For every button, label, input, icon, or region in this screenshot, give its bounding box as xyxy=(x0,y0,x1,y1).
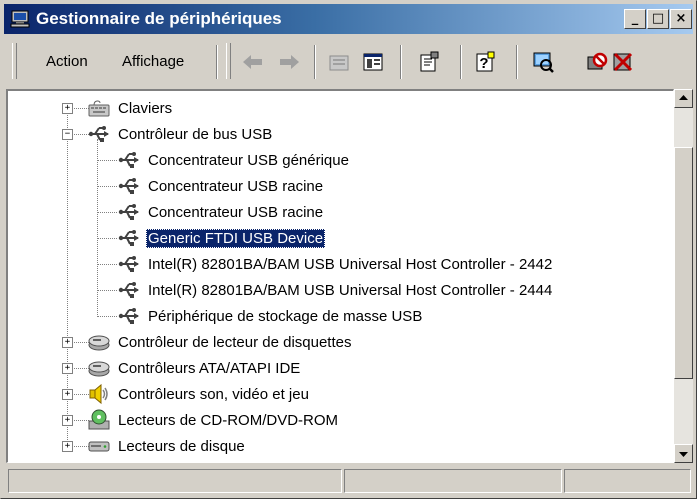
menu-action[interactable]: Action xyxy=(46,53,88,70)
tree-item-label: Concentrateur USB racine xyxy=(148,203,324,221)
keyboard-icon xyxy=(88,100,110,117)
speaker-icon xyxy=(89,383,108,405)
disable-device-icon[interactable] xyxy=(584,49,610,75)
show-hide-tree-icon[interactable] xyxy=(360,49,386,75)
toolbar-grip[interactable] xyxy=(226,43,231,79)
tree-item-ata-atapi-ide[interactable]: Contrôleurs ATA/ATAPI IDE xyxy=(88,355,302,381)
svg-text:?: ? xyxy=(479,55,488,72)
scroll-thumb[interactable] xyxy=(674,147,693,379)
tree-item-label: Concentrateur USB racine xyxy=(148,177,324,195)
tree-item-label: Contrôleurs ATA/ATAPI IDE xyxy=(118,359,301,377)
status-pane xyxy=(8,469,342,493)
tree-line xyxy=(97,186,117,187)
toolbar-separator xyxy=(460,45,462,79)
tree-line xyxy=(97,264,117,265)
status-bar xyxy=(4,469,693,495)
usb-icon xyxy=(118,152,139,168)
usb-icon xyxy=(118,204,139,220)
tree-item-label: Intel(R) 82801BA/BAM USB Universal Host … xyxy=(148,255,553,273)
computer-icon xyxy=(10,10,30,28)
expand-button[interactable]: + xyxy=(62,363,73,374)
tree-item-usb-bus-controller[interactable]: Contrôleur de bus USB xyxy=(88,121,274,147)
tree-item-generic-ftdi-usb-device[interactable]: Generic FTDI USB Device xyxy=(118,225,326,251)
expand-button[interactable]: + xyxy=(62,389,73,400)
collapse-button[interactable]: − xyxy=(62,129,73,140)
tree-item-label: Generic FTDI USB Device xyxy=(146,228,326,248)
usb-icon xyxy=(118,308,139,324)
up-folder-icon[interactable] xyxy=(326,49,352,75)
vertical-scrollbar[interactable] xyxy=(674,89,693,463)
tree-item-label: Lecteurs de CD-ROM/DVD-ROM xyxy=(118,411,339,429)
tree-line xyxy=(97,212,117,213)
tree-item-label: Concentrateur USB générique xyxy=(148,151,349,169)
help-icon[interactable]: ? xyxy=(472,49,498,75)
expand-button[interactable]: + xyxy=(62,103,73,114)
expand-button[interactable]: + xyxy=(62,415,73,426)
tree-item-label: Contrôleurs son, vidéo et jeu xyxy=(118,385,309,403)
tree-item-usb-mass-storage[interactable]: Périphérique de stockage de masse USB xyxy=(118,303,424,329)
toolbar-separator xyxy=(216,45,218,79)
minimize-button[interactable]: _ xyxy=(624,9,646,29)
toolbar-grip[interactable] xyxy=(12,43,17,79)
cdrom-icon xyxy=(88,409,110,430)
tree-item-label: Intel(R) 82801BA/BAM USB Universal Host … xyxy=(148,281,553,299)
toolbar-separator xyxy=(516,45,518,79)
menu-toolbar: Action Affichage ? xyxy=(4,37,693,87)
toolbar-separator xyxy=(400,45,402,79)
close-button[interactable]: × xyxy=(670,9,692,29)
tree-line xyxy=(97,290,117,291)
status-pane xyxy=(564,469,691,493)
tree-item-usb-root-hub-1[interactable]: Concentrateur USB racine xyxy=(118,173,325,199)
scroll-up-button[interactable] xyxy=(674,89,693,108)
tree-line xyxy=(97,316,117,317)
usb-icon xyxy=(88,126,109,142)
usb-icon xyxy=(118,230,139,246)
floppy-controller-icon xyxy=(88,335,110,351)
maximize-button[interactable]: □ xyxy=(647,9,669,29)
tree-item-label: Contrôleur de bus USB xyxy=(118,125,273,143)
arrow-down-icon xyxy=(679,452,688,457)
tree-item-floppy-controller[interactable]: Contrôleur de lecteur de disquettes xyxy=(88,329,353,355)
tree-item-label: Claviers xyxy=(118,99,173,117)
tree-item-sound-video-game[interactable]: Contrôleurs son, vidéo et jeu xyxy=(88,381,311,407)
scan-hardware-icon[interactable] xyxy=(530,49,556,75)
usb-icon xyxy=(118,178,139,194)
device-tree[interactable]: + − + + + + + Claviers Contrôleur de bus… xyxy=(6,89,674,463)
scroll-down-button[interactable] xyxy=(674,444,693,463)
tree-item-disk-drives[interactable]: Lecteurs de disque xyxy=(88,433,247,459)
tree-item-intel-usb-host-2444[interactable]: Intel(R) 82801BA/BAM USB Universal Host … xyxy=(118,277,554,303)
window-title: Gestionnaire de périphériques xyxy=(36,9,282,28)
tree-item-usb-root-hub-2[interactable]: Concentrateur USB racine xyxy=(118,199,325,225)
toolbar-separator xyxy=(314,45,316,79)
expand-button[interactable]: + xyxy=(62,441,73,452)
expand-button[interactable]: + xyxy=(62,337,73,348)
tree-line xyxy=(97,238,117,239)
status-pane xyxy=(344,469,562,493)
title-bar[interactable]: Gestionnaire de périphériques _ □ × xyxy=(4,4,693,34)
menu-view[interactable]: Affichage xyxy=(122,53,184,70)
usb-icon xyxy=(118,282,139,298)
back-arrow-icon[interactable] xyxy=(240,49,266,75)
tree-item-keyboards[interactable]: Claviers xyxy=(88,95,174,121)
tree-item-cdrom-dvdrom[interactable]: Lecteurs de CD-ROM/DVD-ROM xyxy=(88,407,340,433)
tree-item-label: Contrôleur de lecteur de disquettes xyxy=(118,333,352,351)
tree-item-label: Lecteurs de disque xyxy=(118,437,245,455)
properties-icon[interactable] xyxy=(416,49,442,75)
arrow-up-icon xyxy=(679,95,688,100)
tree-line xyxy=(97,160,117,161)
tree-item-usb-generic-hub[interactable]: Concentrateur USB générique xyxy=(118,147,351,173)
forward-arrow-icon[interactable] xyxy=(276,49,302,75)
usb-icon xyxy=(118,256,139,272)
tree-item-label: Périphérique de stockage de masse USB xyxy=(148,307,423,325)
uninstall-device-icon[interactable] xyxy=(610,49,636,75)
device-manager-window: Gestionnaire de périphériques _ □ × Acti… xyxy=(0,0,697,499)
disk-drive-icon xyxy=(88,441,110,452)
tree-item-intel-usb-host-2442[interactable]: Intel(R) 82801BA/BAM USB Universal Host … xyxy=(118,251,554,277)
ide-controller-icon xyxy=(88,361,110,377)
